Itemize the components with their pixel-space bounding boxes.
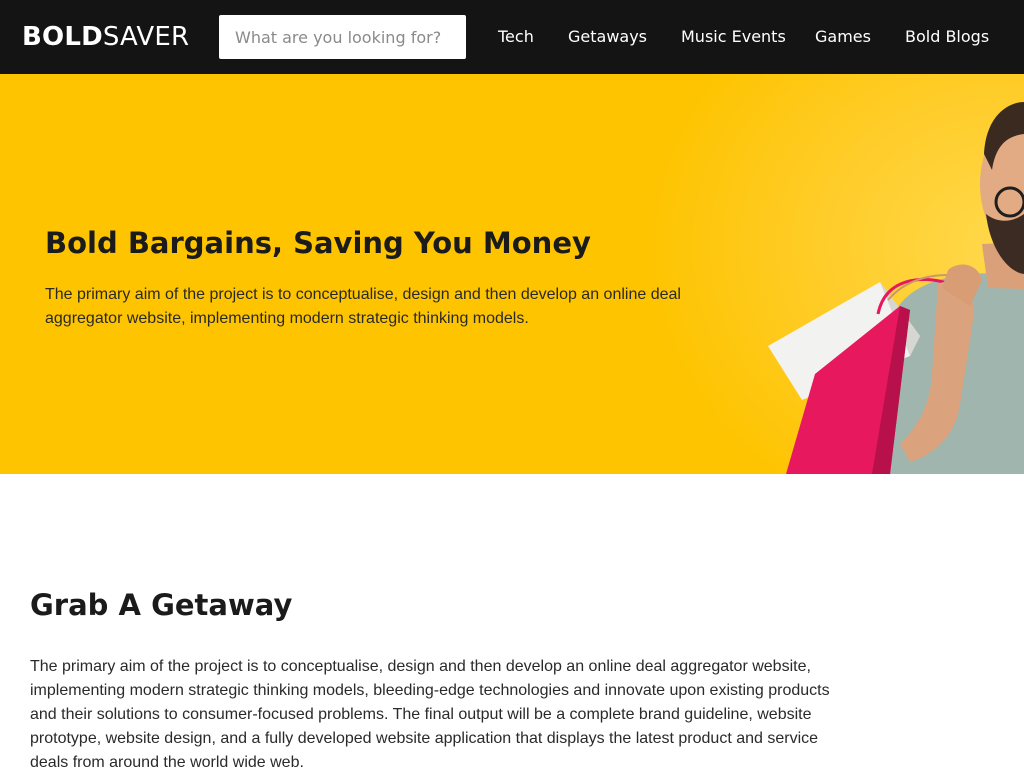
top-navigation-bar: BOLDSAVER Tech Getaways Music Events Gam… [0,0,1024,74]
nav-link-games[interactable]: Games [815,26,871,48]
nav-link-music-events[interactable]: Music Events [681,26,786,48]
search-box [219,15,466,59]
getaway-section-description: The primary aim of the project is to con… [30,658,830,771]
hero-title: Bold Bargains, Saving You Money [45,226,591,260]
shopper-with-bags-image [768,102,1024,474]
nav-link-getaways[interactable]: Getaways [568,26,647,48]
logo-light-text: SAVER [102,22,190,52]
getaway-section-title: Grab A Getaway [30,588,293,622]
logo-bold-text: BOLD [22,22,103,52]
search-input[interactable] [219,15,466,59]
hero-description: The primary aim of the project is to con… [45,286,681,327]
hero-banner: Bold Bargains, Saving You Money The prim… [0,74,1024,474]
nav-link-bold-blogs[interactable]: Bold Blogs [905,26,989,48]
nav-link-tech[interactable]: Tech [498,26,534,48]
boldsaver-logo[interactable]: BOLDSAVER [22,20,189,54]
